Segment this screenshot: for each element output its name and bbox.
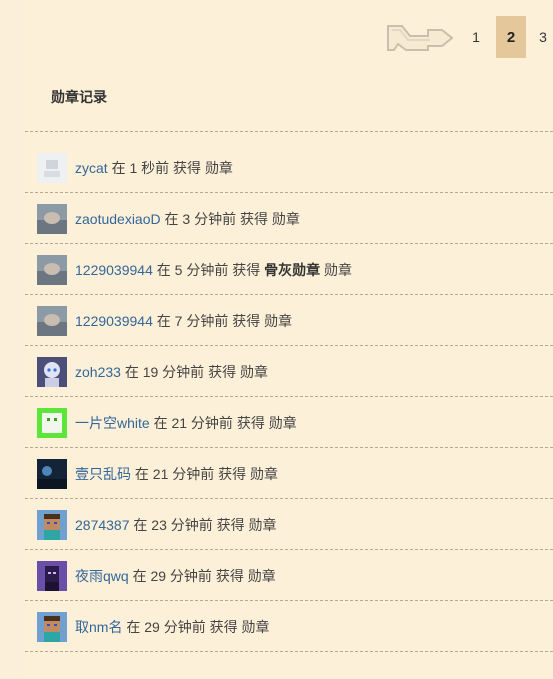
at-text: 在 <box>156 312 171 329</box>
badge-text: 勋章 <box>239 363 268 380</box>
username-link[interactable]: zoh233 <box>75 364 121 380</box>
list-item: zaotudexiaoD 在 3 分钟前 获得 勋章 <box>25 194 553 244</box>
pagination: 1 2 3 <box>384 16 553 58</box>
username-link[interactable]: 1229039944 <box>75 313 153 329</box>
photo-avatar-icon[interactable] <box>37 305 67 336</box>
timestamp: 3 分钟前 <box>182 210 237 227</box>
username-link[interactable]: 2874387 <box>75 517 130 533</box>
timestamp: 29 分钟前 <box>144 618 206 635</box>
list-item: 取nm名 在 29 分钟前 获得 勋章 <box>25 602 553 652</box>
username-link[interactable]: zycat <box>75 160 108 176</box>
at-text: 在 <box>134 465 149 482</box>
photo-avatar-icon[interactable] <box>37 254 67 285</box>
got-text: 获得 <box>236 414 265 431</box>
got-text: 获得 <box>232 261 261 278</box>
photo-avatar-icon[interactable] <box>37 203 67 234</box>
at-text: 在 <box>164 210 179 227</box>
badge-text: 勋章 <box>268 414 297 431</box>
timestamp: 21 分钟前 <box>152 465 215 482</box>
at-text: 在 <box>156 261 171 278</box>
minecraft-steve-icon[interactable] <box>37 611 67 642</box>
section-title: 勋章记录 <box>51 89 107 105</box>
anime-avatar-icon[interactable] <box>37 356 67 387</box>
got-text: 获得 <box>239 210 268 227</box>
green-avatar-icon[interactable] <box>37 407 67 438</box>
minecraft-steve-icon[interactable] <box>37 509 67 540</box>
got-text: 获得 <box>208 363 237 380</box>
list-item: zoh233 在 19 分钟前 获得 勋章 <box>25 347 553 397</box>
timestamp: 7 分钟前 <box>174 312 229 329</box>
at-text: 在 <box>126 618 141 635</box>
list-item: 壹只乱码 在 21 分钟前 获得 勋章 <box>25 449 553 499</box>
got-text: 获得 <box>232 312 261 329</box>
username-link[interactable]: 壹只乱码 <box>75 464 131 484</box>
medal-name: 骨灰勋章 <box>264 261 321 278</box>
list-item: 1229039944 在 5 分钟前 获得 骨灰勋章 勋章 <box>25 245 553 295</box>
medal-record-list: zycat 在 1 秒前 获得 勋章 zaotudexiaoD 在 3 分钟前 获… <box>25 143 553 653</box>
list-item: 一片空white 在 21 分钟前 获得 勋章 <box>25 398 553 448</box>
at-text: 在 <box>124 363 139 380</box>
got-text: 获得 <box>216 516 245 533</box>
badge-text: 勋章 <box>247 567 276 584</box>
got-text: 获得 <box>173 159 202 176</box>
back-arrow-icon[interactable] <box>384 16 456 58</box>
badge-text: 勋章 <box>250 465 279 482</box>
username-link[interactable]: 取nm名 <box>75 617 122 637</box>
section-divider <box>25 131 553 132</box>
list-item: zycat 在 1 秒前 获得 勋章 <box>25 143 553 193</box>
badge-text: 勋章 <box>264 312 293 329</box>
left-gutter <box>0 0 25 679</box>
list-item: 1229039944 在 7 分钟前 获得 勋章 <box>25 296 553 346</box>
page-3-link[interactable]: 3 <box>528 16 553 58</box>
timestamp: 1 秒前 <box>129 159 170 176</box>
badge-text: 勋章 <box>241 618 270 635</box>
timestamp: 23 分钟前 <box>151 516 213 533</box>
page-2-current[interactable]: 2 <box>496 16 526 58</box>
list-item: 2874387 在 23 分钟前 获得 勋章 <box>25 500 553 550</box>
badge-text: 勋章 <box>271 210 300 227</box>
purple-avatar-icon[interactable] <box>37 560 67 591</box>
badge-text: 勋章 <box>324 261 353 278</box>
list-item: 夜雨qwq 在 29 分钟前 获得 勋章 <box>25 551 553 601</box>
timestamp: 21 分钟前 <box>171 414 233 431</box>
username-link[interactable]: 1229039944 <box>75 262 153 278</box>
username-link[interactable]: zaotudexiaoD <box>75 211 161 227</box>
dark-avatar-icon[interactable] <box>37 458 67 489</box>
badge-text: 勋章 <box>248 516 277 533</box>
at-text: 在 <box>153 414 168 431</box>
page-1-link[interactable]: 1 <box>458 16 494 58</box>
at-text: 在 <box>111 159 126 176</box>
username-link[interactable]: 一片空white <box>75 413 150 433</box>
got-text: 获得 <box>218 465 247 482</box>
timestamp: 29 分钟前 <box>150 567 212 584</box>
timestamp: 19 分钟前 <box>142 363 205 380</box>
got-text: 获得 <box>215 567 244 584</box>
at-text: 在 <box>133 516 148 533</box>
default-avatar-icon[interactable] <box>37 152 67 183</box>
username-link[interactable]: 夜雨qwq <box>75 566 129 586</box>
got-text: 获得 <box>209 618 238 635</box>
timestamp: 5 分钟前 <box>174 261 229 278</box>
at-text: 在 <box>132 567 147 584</box>
badge-text: 勋章 <box>204 159 233 176</box>
